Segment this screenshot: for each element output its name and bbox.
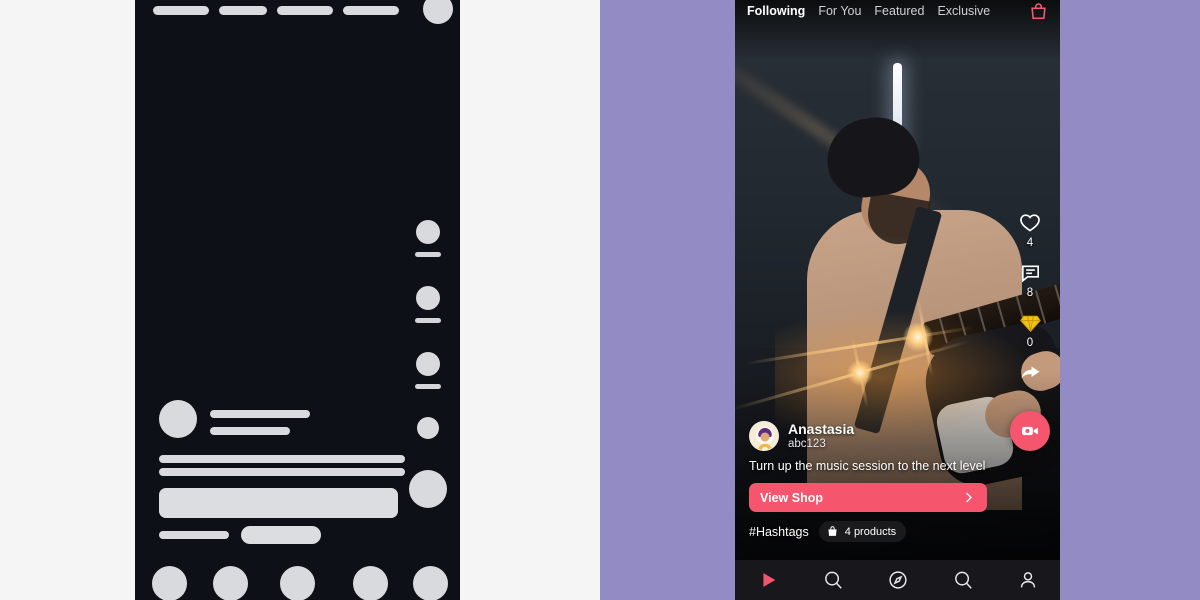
- like-count: 4: [1026, 237, 1034, 249]
- lens-flare-core: [903, 322, 933, 352]
- skeleton-nav-circle: [353, 566, 388, 600]
- skeleton-tab-placeholder: [343, 6, 399, 15]
- action-rail: 4 8 0: [1008, 210, 1052, 451]
- author-name: Anastasia: [788, 420, 855, 437]
- gift-action[interactable]: 0: [1019, 311, 1042, 349]
- skeleton-nav-circle: [413, 566, 448, 600]
- view-shop-label: View Shop: [760, 490, 823, 505]
- share-action[interactable]: [1018, 361, 1042, 385]
- skeleton-record-placeholder: [409, 470, 447, 508]
- skeleton-action-count: [415, 318, 441, 323]
- shopping-bag-icon[interactable]: [1029, 2, 1048, 21]
- search-icon: [824, 571, 842, 589]
- skeleton-line: [210, 410, 310, 418]
- skeleton-bag-placeholder: [423, 0, 453, 24]
- video-caption: Turn up the music session to the next le…: [749, 459, 986, 474]
- skeleton-nav-circle: [280, 566, 315, 600]
- tab-following[interactable]: Following: [747, 5, 805, 18]
- play-icon: [762, 573, 775, 587]
- video-camera-icon: [1022, 426, 1038, 436]
- author-handle: abc123: [788, 437, 826, 450]
- skeleton-nav-circle: [152, 566, 187, 600]
- skeleton-line: [159, 531, 229, 539]
- share-icon: [1021, 366, 1040, 379]
- skeleton-line: [210, 427, 290, 435]
- profile-icon: [1020, 572, 1035, 588]
- video-meta-block: Anastasia abc123 Turn up the music sessi…: [749, 421, 1000, 542]
- nav-search-alt-button[interactable]: [951, 568, 975, 592]
- tab-for-you[interactable]: For You: [818, 5, 861, 18]
- skeleton-action-circle: [417, 417, 439, 439]
- products-count-label: 4 products: [844, 525, 897, 538]
- nav-discover-button[interactable]: [886, 568, 910, 592]
- nav-home-button[interactable]: [756, 568, 780, 592]
- diamond-icon: [1019, 315, 1041, 332]
- avatar[interactable]: [749, 420, 779, 451]
- skeleton-action-circle: [416, 286, 440, 310]
- skeleton-line: [159, 455, 405, 463]
- shopping-bag-icon: [828, 526, 837, 536]
- comment-action[interactable]: 8: [1019, 261, 1042, 299]
- skeleton-button-block: [159, 488, 398, 518]
- bottom-nav-bar: [735, 560, 1060, 600]
- comment-count: 8: [1026, 287, 1034, 299]
- skeleton-pill: [241, 526, 321, 544]
- heart-icon: [1020, 214, 1040, 232]
- record-button[interactable]: [1010, 411, 1050, 451]
- skeleton-action-count: [415, 384, 441, 389]
- tab-featured[interactable]: Featured: [874, 5, 924, 18]
- author-row[interactable]: Anastasia abc123: [749, 421, 1000, 451]
- chevron-right-icon: [966, 492, 972, 503]
- compass-icon: [888, 571, 907, 589]
- skeleton-nav-circle: [213, 566, 248, 600]
- tag-row: #Hashtags 4 products: [749, 521, 1000, 542]
- hashtag-link[interactable]: #Hashtags: [749, 525, 809, 539]
- skeleton-action-circle: [416, 352, 440, 376]
- skeleton-line: [159, 468, 405, 476]
- feed-tab-bar: Following For You Featured Exclusive: [735, 0, 1060, 22]
- video-feed-screen: Following For You Featured Exclusive 4 8…: [735, 0, 1060, 600]
- skeleton-tab-placeholder: [219, 6, 267, 15]
- skeleton-action-count: [415, 252, 441, 257]
- like-action[interactable]: 4: [1018, 210, 1042, 249]
- loading-skeleton-screen: [135, 0, 460, 600]
- search-icon: [954, 571, 972, 589]
- user-avatar-illustration: [750, 421, 778, 450]
- nav-search-button[interactable]: [821, 568, 845, 592]
- view-shop-button[interactable]: View Shop: [749, 483, 987, 512]
- tab-exclusive[interactable]: Exclusive: [937, 5, 990, 18]
- nav-profile-button[interactable]: [1016, 568, 1040, 592]
- skeleton-tab-placeholder: [277, 6, 333, 15]
- gift-count: 0: [1026, 337, 1034, 349]
- skeleton-tab-placeholder: [153, 6, 209, 15]
- products-pill[interactable]: 4 products: [818, 521, 907, 542]
- skeleton-avatar: [159, 400, 197, 438]
- skeleton-action-circle: [416, 220, 440, 244]
- screenshot-canvas: Following For You Featured Exclusive 4 8…: [0, 0, 1200, 600]
- comment-icon: [1021, 265, 1039, 283]
